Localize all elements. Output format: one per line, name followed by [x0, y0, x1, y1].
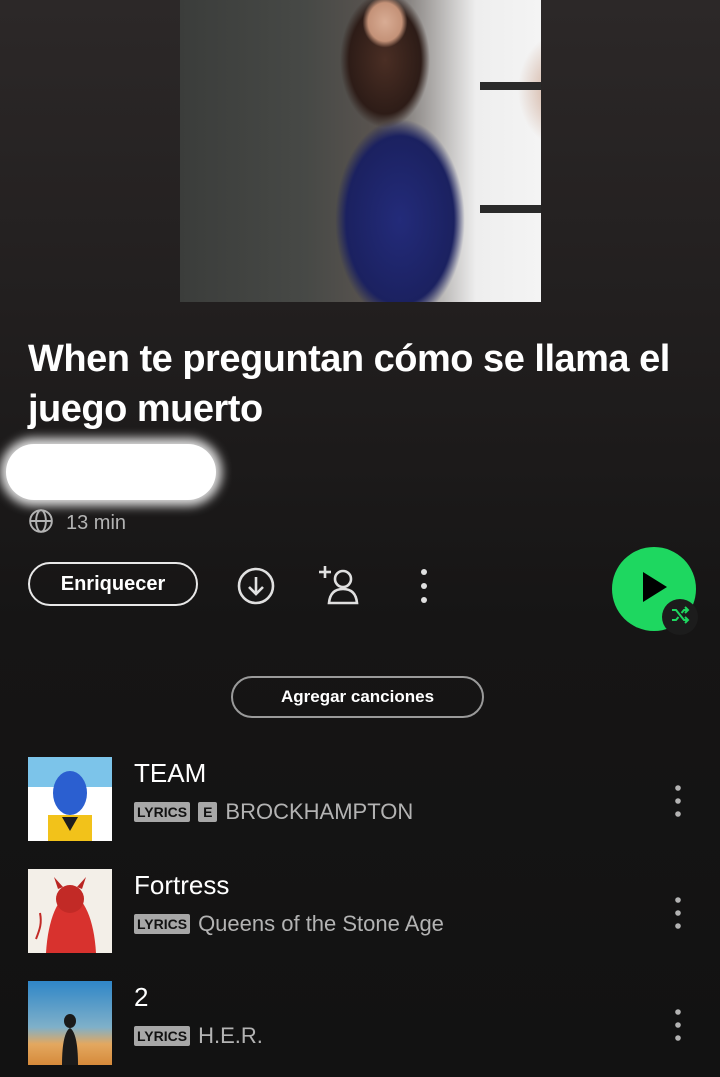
track-row[interactable]: Fortress LYRICS Queens of the Stone Age: [28, 869, 720, 955]
track-title: TEAM: [134, 758, 207, 788]
playlist-duration: 13 min: [66, 512, 127, 534]
album-art: [28, 869, 112, 953]
owner-name-redacted[interactable]: [6, 444, 216, 500]
download-icon[interactable]: [236, 566, 276, 606]
lyrics-badge: LYRICS: [134, 914, 191, 934]
track-artist: Queens of the Stone Age: [198, 911, 444, 936]
track-subtitle: LYRICS H.E.R.: [134, 1023, 263, 1049]
track-subtitle: LYRICS E BROCKHAMPTON: [134, 799, 413, 825]
track-artist: BROCKHAMPTON: [225, 799, 414, 824]
globe-icon: [28, 508, 54, 539]
add-user-icon[interactable]: [316, 562, 362, 608]
cover-face: [355, 0, 415, 60]
album-art: [28, 981, 112, 1065]
shuffle-button[interactable]: [662, 599, 698, 635]
playlist-title: When te preguntan cómo se llama el juego…: [28, 338, 670, 430]
play-icon: [639, 570, 669, 609]
track-more-options-icon[interactable]: [668, 893, 688, 933]
track-artist: H.E.R.: [198, 1023, 263, 1048]
track-title: Fortress: [134, 870, 230, 900]
cover-shelf: [480, 82, 541, 90]
shuffle-icon: [670, 605, 690, 630]
track-row[interactable]: 2 LYRICS H.E.R.: [28, 981, 720, 1067]
playlist-cover-image: [180, 0, 541, 302]
lyrics-badge: LYRICS: [134, 1026, 191, 1046]
track-more-options-icon[interactable]: [668, 1005, 688, 1045]
more-options-icon[interactable]: [414, 564, 434, 608]
lyrics-badge: LYRICS: [134, 802, 191, 822]
enrich-button[interactable]: Enriquecer: [28, 562, 198, 606]
album-art: [28, 757, 112, 841]
add-songs-button[interactable]: Agregar canciones: [231, 676, 484, 718]
track-more-options-icon[interactable]: [668, 781, 688, 821]
cover-shelf: [480, 205, 541, 213]
track-subtitle: LYRICS Queens of the Stone Age: [134, 911, 444, 937]
track-title: 2: [134, 982, 149, 1012]
playlist-meta: 13 min: [28, 508, 126, 539]
explicit-badge: E: [198, 802, 218, 822]
track-row[interactable]: TEAM LYRICS E BROCKHAMPTON: [28, 757, 720, 843]
